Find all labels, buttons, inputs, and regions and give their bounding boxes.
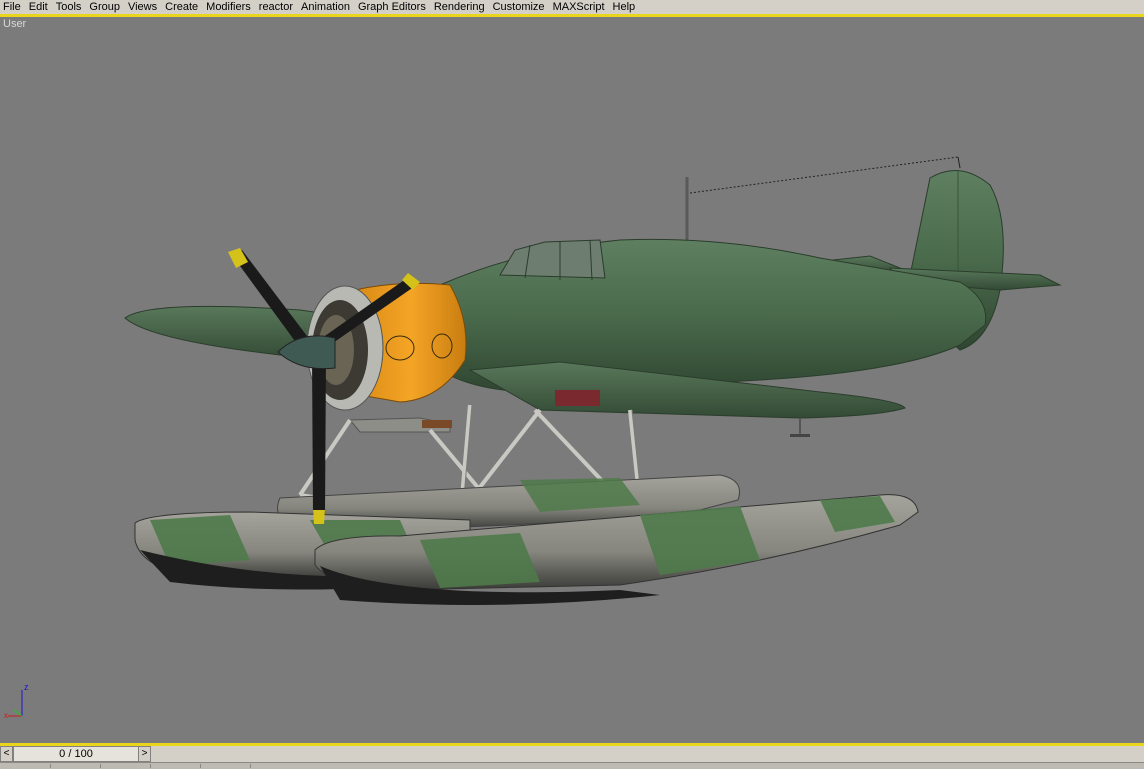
menu-group[interactable]: Group bbox=[85, 0, 124, 14]
menu-file[interactable]: File bbox=[0, 0, 25, 14]
track-tick bbox=[100, 764, 101, 768]
axis-x-label: x bbox=[4, 711, 8, 720]
menu-edit[interactable]: Edit bbox=[25, 0, 52, 14]
time-slider-bar: < 0 / 100 > bbox=[0, 746, 1144, 762]
menu-tools[interactable]: Tools bbox=[52, 0, 86, 14]
menu-animation[interactable]: Animation bbox=[297, 0, 354, 14]
prev-frame-button[interactable]: < bbox=[0, 746, 13, 762]
axis-tripod-icon: z x bbox=[4, 682, 29, 720]
seaplane-model[interactable] bbox=[0, 17, 1144, 743]
menu-views[interactable]: Views bbox=[124, 0, 161, 14]
menu-graph-editors[interactable]: Graph Editors bbox=[354, 0, 430, 14]
track-tick bbox=[150, 764, 151, 768]
time-slider[interactable]: 0 / 100 bbox=[13, 746, 139, 762]
menu-maxscript[interactable]: MAXScript bbox=[549, 0, 609, 14]
axis-z-label: z bbox=[24, 682, 29, 692]
menu-customize[interactable]: Customize bbox=[489, 0, 549, 14]
track-tick bbox=[50, 764, 51, 768]
user-viewport[interactable]: User z x bbox=[0, 17, 1144, 743]
next-frame-button[interactable]: > bbox=[138, 746, 151, 762]
track-tick bbox=[250, 764, 251, 768]
menu-reactor[interactable]: reactor bbox=[255, 0, 297, 14]
menu-bar: File Edit Tools Group Views Create Modif… bbox=[0, 0, 1144, 14]
menu-modifiers[interactable]: Modifiers bbox=[202, 0, 255, 14]
track-tick bbox=[200, 764, 201, 768]
menu-help[interactable]: Help bbox=[609, 0, 640, 14]
menu-create[interactable]: Create bbox=[161, 0, 202, 14]
menu-rendering[interactable]: Rendering bbox=[430, 0, 489, 14]
